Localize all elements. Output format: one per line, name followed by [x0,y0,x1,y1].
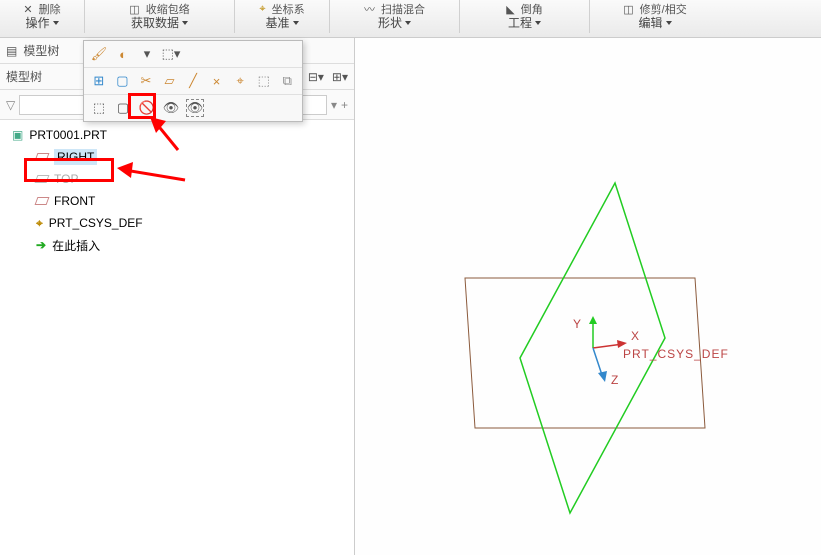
tree-item-label: TOP [54,172,78,186]
chevron-down-icon [293,21,299,25]
csys-small-icon[interactable]: ⌖ [231,72,249,90]
ribbon-label: 编辑 [638,14,662,31]
axis-y-label: Y [573,317,581,331]
plane-icon [35,197,50,205]
plane-icon [35,153,50,161]
paint-icon[interactable]: 🖌 [90,45,108,63]
tree-item-label: 在此插入 [52,237,100,254]
part-icon: ▣ [12,128,23,142]
chevron-down-icon[interactable]: ▾ [138,45,156,63]
csys-axes: Y X Z PRT_CSYS_DEF [573,316,729,387]
sweep-icon: 〰 [364,1,375,17]
ribbon-label: 获取数据 [131,14,179,31]
tree-item-label: RIGHT [54,149,97,165]
select-net-icon[interactable]: ⊞ [90,72,108,90]
line-icon[interactable]: ╱ [184,72,202,90]
dashed-eye-sel-icon[interactable]: 👁 [186,99,204,117]
tree-item-top[interactable]: TOP [8,168,346,190]
ribbon-label: 基准 [265,14,289,31]
axis-x-label: X [631,329,639,343]
ribbon: ✕删除 操作 ◫收缩包络 获取数据 ⌖坐标系 基准 〰扫描混合 形状 ◣倒角 工… [0,0,821,38]
ribbon-group-edit[interactable]: ◫修剪/相交 编辑 [590,0,720,33]
viewport-canvas: Y X Z PRT_CSYS_DEF [355,38,821,555]
plane-icon [35,175,50,183]
dashed-eye-icon[interactable]: 👁 [162,99,180,117]
trim-icon: ◫ [623,3,633,16]
insert-arrow-icon: ➔ [36,238,46,252]
expand-icon[interactable]: ▾ [331,98,337,112]
ribbon-group-shape[interactable]: 〰扫描混合 形状 [330,0,460,33]
model-tree: ▣ PRT0001.PRT RIGHT TOP FRONT ⌖ PRT_CSYS… [0,120,354,555]
show-box-icon[interactable]: ▢ [114,99,132,117]
csys-icon: ⌖ [36,216,43,231]
tree-header-label: 模型树 [23,42,59,59]
ribbon-label: 工程 [508,14,532,31]
tree-item-label: FRONT [54,194,95,208]
tree-item-csys[interactable]: ⌖ PRT_CSYS_DEF [8,212,346,234]
chevron-down-icon [182,21,188,25]
point-x-icon[interactable]: × [208,72,226,90]
viewport[interactable]: Y X Z PRT_CSYS_DEF [355,38,821,555]
chevron-down-icon [53,21,59,25]
csys-label: PRT_CSYS_DEF [623,347,729,361]
chevron-down-icon [405,21,411,25]
tree-root-label: PRT0001.PRT [29,128,107,142]
ribbon-label: 操作 [25,14,49,31]
tree-item-right[interactable]: RIGHT [8,146,346,168]
box-icon[interactable]: ▢ [114,72,132,90]
ribbon-group-eng[interactable]: ◣倒角 工程 [460,0,590,33]
tree-item-insert[interactable]: ➔ 在此插入 [8,234,346,256]
rect-dashed-icon[interactable]: ⬚ [255,72,273,90]
context-toolbar: 🖌 ◐ ▾ ⬚▾ ⊞ ▢ ✂ ▱ ╱ × ⌖ ⬚ ⧉ ⬚ ▢ 🚫 👁 👁 [83,40,303,122]
select-icon[interactable]: ⬚▾ [162,45,180,63]
ribbon-group-getdata[interactable]: ◫收缩包络 获取数据 [85,0,235,33]
chevron-down-icon [535,21,541,25]
cut-icon[interactable]: ✂ [137,72,155,90]
tree-root[interactable]: ▣ PRT0001.PRT [8,124,346,146]
toggle-vis-icon[interactable]: ⬚ [90,99,108,117]
filter-icon[interactable]: ▽ [6,98,15,112]
tree-sub-label: 模型树 [6,68,42,85]
add-icon[interactable]: + [341,98,348,112]
ribbon-label: 形状 [378,14,402,31]
plane-icon[interactable]: ▱ [161,72,179,90]
appearance-icon[interactable]: ◐ [114,45,132,63]
hide-icon[interactable]: 🚫 [138,99,156,117]
ribbon-group-datum[interactable]: ⌖坐标系 基准 [235,0,330,33]
axis-z-label: Z [611,373,618,387]
ribbon-group-operate[interactable]: ✕删除 操作 [0,0,85,33]
settings-icon[interactable]: ⊟▾ [308,70,324,84]
mirror-icon[interactable]: ⧉ [279,72,297,90]
grid-icon[interactable]: ⊞▾ [332,70,348,84]
tree-icon: ▤ [6,44,17,58]
tree-item-label: PRT_CSYS_DEF [49,216,143,230]
chevron-down-icon [666,21,672,25]
tree-item-front[interactable]: FRONT [8,190,346,212]
